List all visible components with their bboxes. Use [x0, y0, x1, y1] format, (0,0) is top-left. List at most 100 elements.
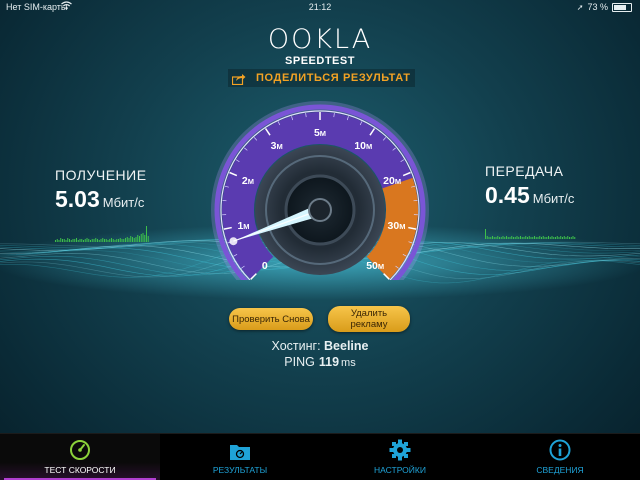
download-spark-bar	[95, 238, 97, 242]
download-spark-bar	[107, 240, 109, 242]
download-spark-bar	[133, 238, 135, 242]
upload-spark-bar	[548, 236, 549, 239]
gauge-tick-label: 5M	[314, 127, 326, 139]
tab-label: СВЕДЕНИЯ	[536, 465, 584, 475]
speed-gauge: 0 1M 2M 3M 5M 10M 20M 30M 50M	[211, 101, 429, 280]
upload-spark-bar	[532, 237, 534, 239]
upload-spark-bar	[551, 236, 553, 239]
upload-spark-bar	[502, 236, 504, 239]
upload-spark-bar	[523, 237, 525, 239]
upload-spark-bar	[500, 237, 502, 239]
download-spark-bar	[130, 236, 132, 242]
retest-button[interactable]: Проверить Снова	[229, 308, 313, 330]
download-spark-bar	[140, 234, 142, 242]
battery-icon	[612, 2, 632, 12]
download-spark-bar	[88, 239, 90, 242]
tab-settings[interactable]: НАСТРОЙКИ	[320, 434, 480, 480]
share-icon	[231, 72, 246, 86]
server-name: Beeline	[324, 339, 369, 353]
upload-spark-bar	[569, 237, 570, 239]
download-spark-bar	[83, 240, 84, 242]
gauge-tick-label: 10M	[354, 140, 372, 152]
upload-spark-bar	[553, 237, 555, 239]
download-spark-bar	[65, 240, 67, 242]
gauge-tick-label: 50M	[366, 260, 384, 272]
gauge-tick-label: 2M	[242, 175, 254, 187]
upload-spark-bar	[563, 236, 565, 239]
upload-spark-bar	[521, 237, 523, 239]
tab-bar: ТЕСТ СКОРОСТИ РЕЗУЛЬТАТЫ НАСТРОЙКИ СВЕДЕ…	[0, 433, 640, 480]
download-spark-bar	[62, 239, 63, 242]
download-title: ПОЛУЧЕНИЕ	[55, 167, 147, 183]
download-unit: Мбит/с	[102, 195, 145, 210]
download-spark-bar	[93, 239, 95, 242]
upload-spark-bar	[542, 236, 544, 239]
upload-spark-bar	[488, 237, 490, 239]
download-sparkline	[55, 226, 149, 242]
upload-spark-bar	[570, 237, 572, 239]
download-spark-bar	[69, 239, 70, 242]
download-spark-bar	[63, 239, 65, 242]
upload-spark-bar	[490, 237, 492, 239]
clock: 21:12	[308, 2, 332, 12]
upload-spark-bar	[499, 237, 500, 239]
download-spark-bar	[139, 236, 140, 242]
download-spark-bar	[119, 238, 121, 242]
upload-spark-bar	[530, 237, 532, 239]
download-spark-bar	[142, 233, 144, 242]
upload-spark-bar	[528, 236, 530, 239]
upload-spark-bar	[511, 236, 513, 239]
tab-label: ТЕСТ СКОРОСТИ	[44, 465, 116, 475]
download-spark-bar	[90, 240, 91, 242]
ping-unit: ms	[341, 357, 356, 369]
upload-spark-bar	[549, 237, 551, 239]
download-spark-bar	[77, 240, 79, 242]
remove-ads-button[interactable]: Удалить рекламу	[328, 306, 410, 332]
download-spark-bar	[146, 226, 147, 242]
gauge-tick-label: 0	[262, 260, 268, 272]
download-spark-bar	[121, 239, 123, 242]
download-spark-bar	[112, 239, 114, 242]
download-spark-bar	[137, 235, 139, 242]
download-spark-bar	[147, 236, 149, 242]
download-spark-bar	[76, 238, 77, 242]
upload-spark-bar	[513, 237, 514, 239]
download-spark-bar	[70, 240, 72, 242]
download-spark-bar	[60, 238, 62, 242]
upload-spark-bar	[544, 237, 546, 239]
download-readout: ПОЛУЧЕНИЕ 5.03 Мбит/с	[55, 167, 147, 213]
download-spark-bar	[102, 238, 104, 242]
download-spark-bar	[104, 239, 105, 242]
download-spark-bar	[58, 240, 60, 242]
tab-results[interactable]: РЕЗУЛЬТАТЫ	[160, 434, 320, 480]
upload-readout: ПЕРЕДАЧА 0.45 Мбит/с	[485, 163, 574, 209]
upload-spark-bar	[509, 237, 511, 239]
gear-icon	[389, 439, 411, 461]
battery-percent: 73 %	[587, 2, 608, 12]
download-spark-bar	[111, 238, 112, 242]
ping-info: PING 119 ms	[0, 355, 640, 369]
upload-spark-bar	[506, 236, 507, 239]
gauge-hub	[308, 198, 332, 222]
upload-title: ПЕРЕДАЧА	[485, 163, 564, 179]
tab-about[interactable]: СВЕДЕНИЯ	[480, 434, 640, 480]
download-spark-bar	[67, 238, 69, 242]
remove-ads-label: Удалить рекламу	[350, 308, 388, 330]
upload-spark-bar	[572, 236, 574, 239]
download-spark-bar	[98, 240, 100, 242]
upload-spark-bar	[535, 237, 537, 239]
upload-spark-bar	[567, 236, 569, 239]
upload-spark-bar	[537, 237, 539, 239]
gauge-tick-label: 1M	[237, 220, 249, 232]
gauge-tick-label: 20M	[383, 175, 401, 187]
tab-label: РЕЗУЛЬТАТЫ	[212, 465, 268, 475]
download-spark-bar	[72, 239, 74, 242]
share-result-button[interactable]: ПОДЕЛИТЬСЯ РЕЗУЛЬТАТ	[228, 69, 415, 87]
upload-spark-bar	[495, 237, 497, 239]
upload-spark-bar	[560, 236, 562, 239]
upload-spark-bar	[539, 236, 541, 239]
tab-speed-test[interactable]: ТЕСТ СКОРОСТИ	[0, 434, 160, 480]
upload-spark-bar	[556, 236, 558, 239]
upload-spark-bar	[562, 237, 563, 239]
upload-spark-bar	[518, 237, 520, 239]
